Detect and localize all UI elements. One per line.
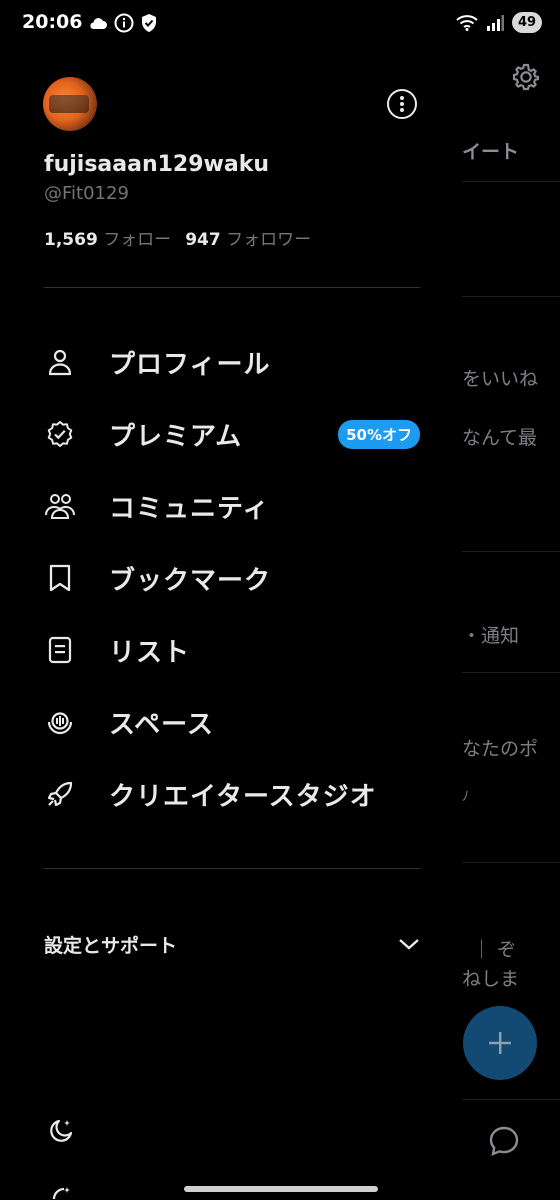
messages-icon[interactable] xyxy=(487,1124,521,1158)
compose-post-button[interactable] xyxy=(463,1006,537,1080)
followers-label: フォロワー xyxy=(226,230,312,250)
followers-count: 947 xyxy=(185,230,221,250)
plus-icon xyxy=(489,1032,511,1054)
wifi-icon xyxy=(456,14,478,31)
timeline-fragment: なんて最 xyxy=(462,427,538,449)
account-more-button[interactable] xyxy=(387,89,417,119)
menu-item-premium[interactable]: プレミアム 50%オフ xyxy=(44,406,420,462)
follow-stats: 1,569 フォロー 947 フォロワー xyxy=(44,225,311,250)
menu-item-bookmarks[interactable]: ブックマーク xyxy=(44,550,420,606)
timeline-divider xyxy=(462,1099,560,1100)
cloud-icon xyxy=(90,18,107,29)
battery-indicator: 49 xyxy=(512,12,542,33)
navigation-drawer: fujisaaan129waku @Fit0129 1,569 フォロー 947… xyxy=(0,0,462,1200)
status-time: 20:06 xyxy=(22,11,83,33)
divider xyxy=(44,868,420,869)
signal-icon xyxy=(487,14,504,31)
rocket-icon xyxy=(44,778,76,810)
timeline-fragment: ・通知 xyxy=(462,625,520,647)
settings-support-toggle[interactable]: 設定とサポート xyxy=(44,926,420,962)
more-vertical-icon xyxy=(400,96,404,112)
dark-mode-moon-icon[interactable] xyxy=(46,1116,76,1146)
following-link[interactable]: 1,569 フォロー xyxy=(44,225,171,250)
menu-item-label: プレミアム xyxy=(109,421,243,452)
following-label: フォロー xyxy=(103,230,172,250)
timeline-divider xyxy=(462,296,560,297)
avatar[interactable] xyxy=(43,77,97,131)
menu-item-label: スペース xyxy=(109,709,214,740)
timeline-divider xyxy=(462,862,560,863)
menu-item-creator-studio[interactable]: クリエイタースタジオ xyxy=(44,766,420,822)
list-icon xyxy=(44,634,76,666)
timeline-divider xyxy=(462,181,560,182)
status-icons-right: 49 xyxy=(456,12,542,33)
menu-item-lists[interactable]: リスト xyxy=(44,622,420,678)
shield-icon xyxy=(142,14,156,32)
person-icon xyxy=(44,346,76,378)
settings-gear-icon[interactable] xyxy=(510,61,542,93)
spaces-icon xyxy=(44,706,76,738)
menu-item-label: クリエイタースタジオ xyxy=(109,781,377,812)
info-icon xyxy=(114,13,134,33)
display-name[interactable]: fujisaaan129waku xyxy=(44,152,269,177)
user-handle: @Fit0129 xyxy=(44,183,129,204)
timeline-fragment: ねしま xyxy=(462,968,520,990)
status-icons-left xyxy=(88,13,158,33)
bookmark-icon xyxy=(44,562,76,594)
settings-support-label: 設定とサポート xyxy=(44,934,178,957)
menu-item-profile[interactable]: プロフィール xyxy=(44,334,420,390)
menu-item-spaces[interactable]: スペース xyxy=(44,694,420,750)
timeline-fragment: ｜ ぞ xyxy=(472,939,517,961)
followers-link[interactable]: 947 フォロワー xyxy=(185,225,311,250)
divider xyxy=(44,287,420,288)
menu-item-communities[interactable]: コミュニティ xyxy=(44,478,420,534)
sparkle-icon[interactable] xyxy=(46,1185,76,1200)
timeline-fragment: ﾉ xyxy=(462,789,469,805)
verified-badge-icon xyxy=(44,418,76,450)
status-bar: 20:06 49 xyxy=(0,0,560,50)
following-count: 1,569 xyxy=(44,230,98,250)
menu-item-label: リスト xyxy=(109,637,191,668)
timeline-divider xyxy=(462,672,560,673)
discount-badge[interactable]: 50%オフ xyxy=(338,419,420,449)
communities-icon xyxy=(44,490,76,522)
menu-item-label: ブックマーク xyxy=(109,565,272,596)
menu-item-label: コミュニティ xyxy=(109,493,270,524)
home-indicator[interactable] xyxy=(184,1186,378,1192)
timeline-fragment: イート xyxy=(462,141,520,163)
timeline-fragment: をいいね xyxy=(462,368,539,390)
timeline-divider xyxy=(462,551,560,552)
chevron-down-icon xyxy=(399,939,419,950)
menu-item-label: プロフィール xyxy=(109,349,271,380)
timeline-fragment: なたのポ xyxy=(462,738,539,760)
